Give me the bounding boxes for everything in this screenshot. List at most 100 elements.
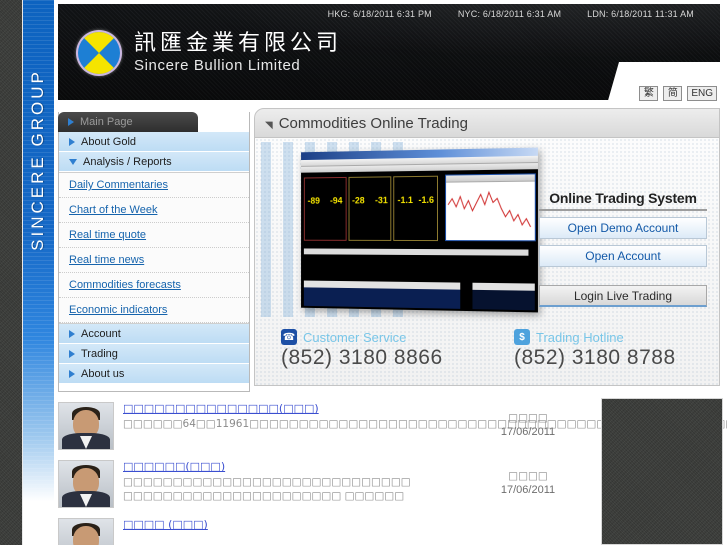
- submenu-link-economic-indicators[interactable]: Economic indicators: [69, 304, 167, 316]
- price-line-chart-icon: [446, 182, 535, 241]
- lang-traditional-button[interactable]: 繁: [639, 86, 659, 101]
- left-gutter: [0, 0, 22, 545]
- submenu-link-commodities-forecasts[interactable]: Commodities forecasts: [69, 279, 181, 291]
- sidebar-item-label: Account: [81, 327, 121, 340]
- news-meta-label: □□□□: [508, 412, 548, 424]
- trading-platform-screenshot: -89 -94 -28 -31 -1.1 -1.6: [301, 147, 538, 313]
- sidebar-item-label: Main Page: [80, 116, 133, 128]
- lang-english-button[interactable]: ENG: [687, 86, 717, 101]
- news-section: □□□□□□□□□□□□□□□(□□□) □□□□□□64□□11961□□□□…: [54, 396, 727, 545]
- screenshot-chart-window: [445, 173, 536, 242]
- trading-hotline-label: Trading Hotline: [536, 329, 624, 345]
- sidebar-item-about-us[interactable]: About us: [59, 364, 249, 384]
- news-excerpt: □□□□□□64□□11961□□□□□□□□□□□□□□□□□□□□□□□□□…: [123, 418, 727, 430]
- page-root: SINCERE GROUP HKG: 6/18/2011 6:31 PM NYC…: [0, 0, 727, 545]
- customer-service-number: (852) 3180 8866: [281, 346, 443, 369]
- company-name-en: Sincere Bullion Limited: [134, 56, 301, 74]
- news-title-link[interactable]: □□□□□□(□□□): [123, 460, 469, 473]
- triangle-right-icon: [69, 329, 75, 338]
- quote-value: -94: [330, 195, 343, 206]
- news-excerpt: □□□□□□□□□□□□□□□□□□□□□□□□□□□□□ □□□□□□□□□□…: [123, 476, 411, 502]
- triangle-right-icon: [68, 118, 74, 126]
- sidebar-item-label: About us: [81, 367, 125, 380]
- site-header: HKG: 6/18/2011 6:31 PM NYC: 6/18/2011 6:…: [54, 0, 727, 104]
- customer-service-label: Customer Service: [303, 329, 407, 345]
- submenu-link-daily-commentaries[interactable]: Daily Commentaries: [69, 179, 168, 191]
- submenu-item[interactable]: Real time news: [59, 248, 249, 273]
- promo-banner: ◥ Commodities Online Trading -89 -94 -28…: [254, 108, 720, 386]
- world-clock-bar: HKG: 6/18/2011 6:31 PM NYC: 6/18/2011 6:…: [58, 4, 720, 24]
- submenu-item[interactable]: Economic indicators: [59, 298, 249, 323]
- news-row[interactable]: □□□□ (□□□): [58, 512, 578, 545]
- banner-body: -89 -94 -28 -31 -1.1 -1.6 Online Trading…: [254, 138, 720, 386]
- news-list: □□□□□□□□□□□□□□□(□□□) □□□□□□64□□11961□□□□…: [58, 396, 727, 545]
- navigation-bottom-group: Account Trading About us: [59, 323, 249, 384]
- news-row[interactable]: □□□□□□(□□□) □□□□□□□□□□□□□□□□□□□□□□□□□□□□…: [58, 454, 578, 512]
- language-switcher[interactable]: 繁 简 ENG: [639, 86, 717, 101]
- sidebar-item-label: About Gold: [81, 135, 137, 148]
- online-trading-system-block: Online Trading System Open Demo Account …: [539, 190, 707, 307]
- middle-row: Main Page About Gold Analysis / Reports …: [54, 104, 727, 394]
- sidebar-item-trading[interactable]: Trading: [59, 344, 249, 364]
- bowtie-circle-logo-icon: [76, 30, 122, 76]
- login-live-trading-button[interactable]: Login Live Trading: [539, 285, 707, 307]
- trading-hotline-number: (852) 3180 8788: [514, 346, 676, 369]
- avatar: [58, 518, 114, 545]
- sidebar-item-account[interactable]: Account: [59, 324, 249, 344]
- news-date: 17/06/2011: [500, 426, 556, 438]
- sidebar-promo-panel: [601, 398, 723, 545]
- clock-hkg: HKG: 6/18/2011 6:31 PM: [327, 9, 432, 19]
- sidebar-item-label: Trading: [81, 347, 118, 360]
- customer-service-block: ☎ Customer Service (852) 3180 8866: [255, 327, 488, 381]
- submenu-item[interactable]: Chart of the Week: [59, 198, 249, 223]
- company-name-cn: 訊匯金業有限公司: [134, 31, 343, 57]
- analysis-submenu: Daily Commentaries Chart of the Week Rea…: [59, 172, 249, 323]
- submenu-item[interactable]: Commodities forecasts: [59, 273, 249, 298]
- triangle-right-icon: [69, 137, 75, 146]
- submenu-item[interactable]: Real time quote: [59, 223, 249, 248]
- sidebar-item-about-gold[interactable]: About Gold: [59, 132, 249, 152]
- online-trading-system-heading: Online Trading System: [539, 190, 707, 211]
- sidebar-item-analysis-reports[interactable]: Analysis / Reports: [59, 152, 249, 172]
- news-meta: □□□□ 17/06/2011: [478, 460, 578, 508]
- news-meta-label: □□□□: [508, 470, 548, 482]
- news-meta: □□□□ 17/06/2011: [478, 402, 578, 450]
- news-meta: [478, 518, 578, 545]
- news-title-link[interactable]: □□□□ (□□□): [123, 518, 469, 531]
- banner-title-bar: ◥ Commodities Online Trading: [254, 108, 720, 138]
- news-title-link[interactable]: □□□□□□□□□□□□□□□(□□□): [123, 402, 469, 415]
- triangle-right-icon: [69, 349, 75, 358]
- submenu-link-real-time-news[interactable]: Real time news: [69, 254, 144, 266]
- quote-value: -1.6: [418, 194, 434, 205]
- quote-value: -31: [374, 195, 388, 206]
- trading-hotline-block: $ Trading Hotline (852) 3180 8788: [488, 327, 719, 381]
- triangle-down-icon: [69, 158, 77, 165]
- sidebar-item-label: Analysis / Reports: [83, 155, 172, 168]
- lang-simplified-button[interactable]: 简: [663, 86, 683, 101]
- submenu-link-chart-of-the-week[interactable]: Chart of the Week: [69, 204, 157, 216]
- quote-value: -1.1: [397, 195, 413, 206]
- open-demo-account-button[interactable]: Open Demo Account: [539, 217, 707, 239]
- quote-value: -89: [307, 195, 320, 206]
- triangle-right-icon: [69, 369, 75, 378]
- quote-value: -28: [352, 195, 365, 206]
- clock-nyc: NYC: 6/18/2011 6:31 AM: [457, 9, 562, 19]
- screenshot-quote-panel: -89 -94 -28 -31 -1.1 -1.6: [303, 175, 441, 242]
- avatar: [58, 402, 114, 450]
- arrow-northeast-icon: ◥: [265, 119, 273, 131]
- logo-lockup[interactable]: 訊匯金業有限公司 Sincere Bullion Limited: [76, 30, 342, 76]
- open-account-button[interactable]: Open Account: [539, 245, 707, 267]
- clock-ldn: LDN: 6/18/2011 11:31 AM: [587, 9, 694, 19]
- submenu-link-real-time-quote[interactable]: Real time quote: [69, 229, 146, 241]
- sidebar-item-main-page[interactable]: Main Page: [58, 112, 198, 132]
- phone-icon: ☎: [281, 329, 297, 345]
- vertical-brand-label: SINCERE GROUP: [28, 69, 47, 251]
- news-row[interactable]: □□□□□□□□□□□□□□□(□□□) □□□□□□64□□11961□□□□…: [58, 396, 727, 454]
- navigation-list: About Gold Analysis / Reports Daily Comm…: [59, 132, 249, 384]
- submenu-item[interactable]: Daily Commentaries: [59, 173, 249, 198]
- contact-row: ☎ Customer Service (852) 3180 8866 $ Tra…: [255, 327, 719, 381]
- dollar-icon: $: [514, 329, 530, 345]
- news-date: 17/06/2011: [500, 484, 556, 496]
- avatar: [58, 460, 114, 508]
- vertical-brand-strip: SINCERE GROUP: [22, 0, 54, 545]
